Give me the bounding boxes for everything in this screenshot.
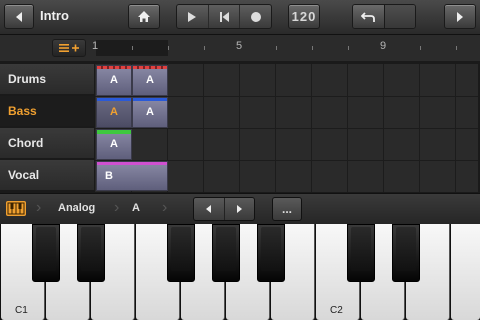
pattern-nav-group [193, 197, 255, 221]
breadcrumb-separator-icon: › [162, 199, 168, 216]
home-button[interactable] [128, 4, 160, 29]
track-label: Vocal [8, 168, 40, 182]
breadcrumb-separator-icon: › [36, 199, 42, 216]
clip-drums-1[interactable]: A [96, 65, 132, 96]
ruler-marker-9: 9 [380, 40, 387, 52]
piano-key-a-sharp1[interactable] [257, 224, 285, 282]
record-button[interactable] [240, 5, 271, 28]
clip-vocal-1[interactable]: B [96, 161, 168, 191]
clip-label: A [110, 138, 118, 150]
undo-icon [361, 11, 376, 22]
piano-keyboard: C1 C2 [0, 224, 480, 320]
clip-label: A [146, 106, 154, 118]
ruler-tick [456, 46, 457, 50]
transport-controls [176, 4, 272, 29]
clip-color-bar [97, 162, 167, 165]
home-icon [138, 11, 150, 22]
track-bass[interactable]: Bass [0, 96, 94, 127]
clip-color-bar [97, 98, 131, 101]
more-label: ... [281, 202, 292, 216]
clip-label: A [110, 74, 118, 86]
tempo-button[interactable]: 120 [288, 4, 320, 29]
piano-icon[interactable] [6, 201, 26, 216]
play-button[interactable] [177, 5, 209, 28]
rewind-button[interactable] [209, 5, 241, 28]
clip-color-bar [97, 66, 131, 69]
ruler-tick [204, 46, 205, 50]
arrangement-grid[interactable]: A A A A A B [95, 64, 478, 192]
clip-color-bar [97, 130, 131, 134]
track-vocal[interactable]: Vocal [0, 160, 94, 191]
piano-key-d-sharp1[interactable] [77, 224, 105, 282]
key-label-c2: C2 [330, 305, 343, 316]
clip-label: A [110, 106, 118, 118]
clip-color-bar [133, 98, 167, 101]
top-bar: Intro 120 [0, 0, 480, 35]
prev-pattern-button[interactable] [194, 198, 225, 220]
redo-icon [393, 11, 407, 23]
piano-key-g-sharp1[interactable] [212, 224, 240, 282]
clip-chord-1[interactable]: A [96, 129, 132, 160]
ruler-marker-5: 5 [236, 40, 243, 52]
track-label: Chord [8, 136, 44, 150]
pattern-name[interactable]: A [132, 202, 140, 214]
more-options-button[interactable]: ... [272, 197, 302, 221]
play-icon [188, 11, 197, 22]
ruler-marker-1: 1 [92, 40, 99, 52]
record-icon [250, 11, 261, 22]
timeline-ruler[interactable]: 1 5 9 [0, 35, 480, 61]
redo-button[interactable] [384, 5, 415, 28]
clip-label: A [146, 74, 154, 86]
piano-key-c-sharp2[interactable] [347, 224, 375, 282]
song-title: Intro [40, 8, 69, 23]
track-menu-button[interactable] [52, 39, 86, 57]
clip-label: B [105, 170, 113, 182]
instrument-bar: › Analog › A › ... [0, 193, 480, 224]
track-drums[interactable]: Drums [0, 64, 94, 95]
breadcrumb-separator-icon: › [114, 199, 120, 216]
ruler-tick [420, 46, 421, 50]
forward-button[interactable] [444, 4, 476, 29]
undo-redo-group [352, 4, 416, 29]
ruler-tick [348, 46, 349, 50]
track-chord[interactable]: Chord [0, 128, 94, 159]
next-pattern-button[interactable] [225, 198, 255, 220]
track-label: Drums [8, 72, 47, 86]
key-label-c1: C1 [15, 305, 28, 316]
ruler-tick [132, 46, 133, 50]
piano-key-f2[interactable] [451, 224, 480, 320]
piano-key-c-sharp1[interactable] [32, 224, 60, 282]
ruler-tick [312, 46, 313, 50]
track-label: Bass [8, 104, 37, 118]
chevron-right-icon [457, 11, 463, 22]
tempo-value: 120 [291, 9, 317, 24]
piano-keys-graphic [7, 202, 25, 215]
skip-to-start-icon [219, 11, 229, 22]
chevron-right-icon [237, 205, 243, 213]
menu-add-icon [59, 44, 79, 52]
clip-bass-2[interactable]: A [132, 97, 168, 128]
chevron-left-icon [205, 205, 211, 213]
piano-key-f-sharp1[interactable] [167, 224, 195, 282]
undo-button[interactable] [353, 5, 385, 28]
piano-key-d-sharp2[interactable] [392, 224, 420, 282]
instrument-name[interactable]: Analog [58, 202, 95, 214]
clip-bass-1[interactable]: A [96, 97, 132, 128]
chevron-left-icon [16, 11, 22, 22]
ruler-tick [168, 46, 169, 50]
back-button[interactable] [4, 4, 34, 29]
ruler-tick [276, 46, 277, 50]
clip-drums-2[interactable]: A [132, 65, 168, 96]
clip-color-bar [133, 66, 167, 69]
grid-line [95, 128, 478, 129]
